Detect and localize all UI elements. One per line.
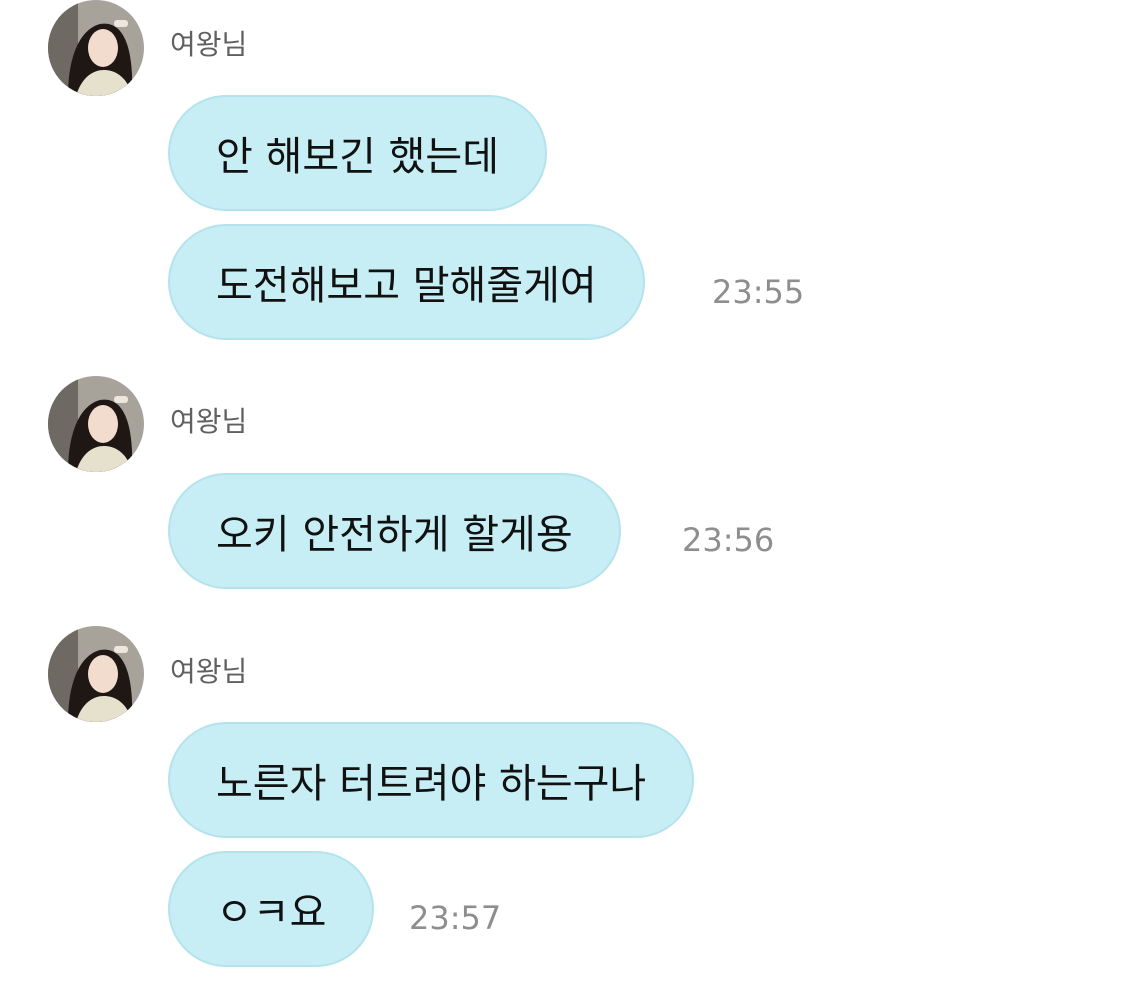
message-timestamp: 23:57 — [409, 899, 502, 937]
sender-name: 여왕님 — [170, 655, 248, 688]
message-bubble[interactable]: 노른자 터트려야 하는구나 — [168, 722, 695, 838]
message-bubble[interactable]: 도전해보고 말해줄게여 — [168, 224, 645, 340]
message-text: 안 해보긴 했는데 — [216, 134, 500, 180]
message-text: 도전해보고 말해줄게여 — [216, 263, 597, 309]
profile-photo-avatar-icon — [48, 626, 144, 722]
message-text: 노른자 터트려야 하는구나 — [216, 761, 647, 807]
message-bubble[interactable]: ㅇㅋ요 — [168, 851, 375, 967]
message-bubble[interactable]: 안 해보긴 했는데 — [168, 95, 548, 211]
message-text: ㅇㅋ요 — [216, 890, 327, 936]
sender-avatar[interactable] — [48, 376, 144, 472]
profile-photo-avatar-icon — [48, 0, 144, 96]
sender-avatar[interactable] — [48, 626, 144, 722]
message-timestamp: 23:55 — [712, 273, 805, 311]
sender-name: 여왕님 — [170, 28, 248, 61]
message-timestamp: 23:56 — [682, 521, 775, 559]
sender-avatar[interactable] — [48, 0, 144, 96]
profile-photo-avatar-icon — [48, 376, 144, 472]
sender-name: 여왕님 — [170, 405, 248, 438]
message-bubble[interactable]: 오키 안전하게 할게용 — [168, 473, 621, 589]
message-text: 오키 안전하게 할게용 — [216, 512, 573, 558]
